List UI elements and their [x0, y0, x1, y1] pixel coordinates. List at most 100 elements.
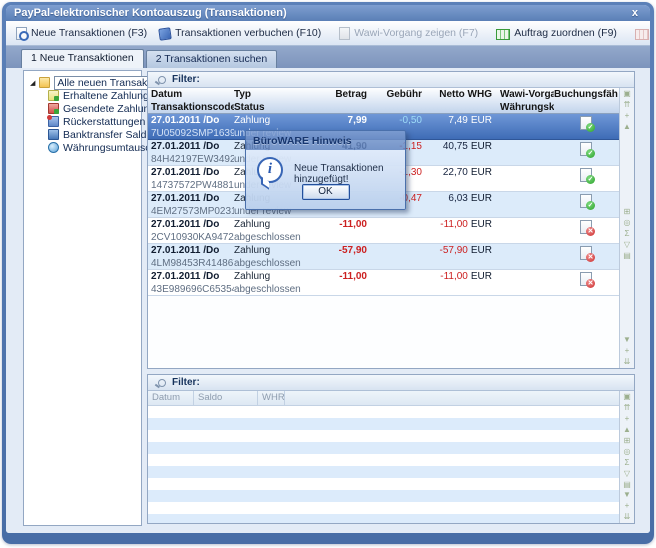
strip-group-bottom: ▼ + ⇊: [623, 336, 631, 366]
grid-view-icon[interactable]: ⊞: [624, 208, 631, 216]
scroll-down-icon[interactable]: ▼: [623, 336, 631, 344]
filter-icon[interactable]: ▽: [624, 470, 630, 478]
row-fee: [367, 244, 422, 269]
tree-expander-icon[interactable]: ◢: [30, 79, 35, 87]
tab-transaktionen-suchen[interactable]: 2 Transaktionen suchen: [146, 50, 278, 68]
row-wawi: [492, 140, 554, 165]
copy-icon[interactable]: ▣: [623, 393, 631, 401]
header-wawi-vorgang: Wawi-Vorgang: [500, 88, 554, 101]
sent-payments-icon: [48, 103, 59, 114]
sum-icon[interactable]: Σ: [625, 230, 630, 238]
row-type: Zahlung: [234, 244, 321, 257]
tree-item-label: Währungsumtausch: [63, 142, 156, 154]
bookable-badge-icon: [586, 227, 595, 236]
row-date: 27.01.2011 /Do: [151, 114, 234, 127]
saldo-filter-bar: Filter:: [148, 375, 634, 391]
scroll-bottom-icon[interactable]: ⇊: [624, 513, 631, 521]
filter-icon[interactable]: ▽: [624, 241, 630, 249]
row-wawi: [492, 166, 554, 191]
header-transaktionscode: Transaktionscode: [151, 101, 234, 113]
show-wawi-process-icon: [339, 27, 350, 40]
header-betrag: Betrag: [321, 88, 367, 113]
add-icon[interactable]: +: [625, 347, 630, 355]
tab-neue-transaktionen[interactable]: 1 Neue Transaktionen: [21, 49, 144, 68]
scroll-top-icon[interactable]: ⇈: [624, 404, 631, 412]
scroll-up-icon[interactable]: ▲: [623, 123, 631, 131]
window-inner: PayPal-elektronischer Kontoauszug (Trans…: [6, 5, 650, 533]
scroll-bottom-icon[interactable]: ⇊: [624, 358, 631, 366]
saldo-side-strip: ▣ ⇈ + ▲ ⊞ ◎ Σ ▽ ▤ ▼ + ⇊: [619, 391, 634, 523]
transactions-grid: Filter: Datum Transaktionscode Typ: [147, 71, 635, 369]
category-tree: ◢ Alle neuen Transaktionen Erhaltene Zah…: [23, 70, 142, 526]
add-row-icon[interactable]: +: [625, 112, 630, 120]
new-transactions-label: Neue Transaktionen (F3): [31, 27, 147, 39]
dialog-title-bar[interactable]: BüroWARE Hinweis: [246, 131, 405, 150]
assign-order-button[interactable]: Auftrag zuordnen (F9): [490, 25, 623, 42]
transaction-row[interactable]: 27.01.2011 /Do 2CV10930KA9472237 Zahlung…: [148, 218, 619, 244]
export-icon[interactable]: ▤: [623, 252, 631, 260]
export-icon[interactable]: ▤: [623, 481, 631, 489]
add-row-icon[interactable]: +: [625, 415, 630, 423]
row-currency: EUR: [471, 193, 492, 204]
search-icon[interactable]: ◎: [624, 219, 631, 227]
row-date: 27.01.2011 /Do: [151, 270, 234, 283]
bookable-badge-icon: [586, 123, 595, 132]
row-amount: -57,90: [321, 244, 367, 269]
row-currency: EUR: [471, 115, 492, 126]
dialog-message: Neue Transaktionen hinzugefügt!: [294, 163, 405, 185]
strip-group-top: ▣ ⇈ + ▲: [623, 393, 631, 434]
assign-order-label: Auftrag zuordnen (F9): [514, 27, 617, 39]
tree-item-alle-neuen-transaktionen[interactable]: ◢ Alle neuen Transaktionen: [24, 76, 141, 89]
tree-item-label: Banktransfer Saldo: [63, 129, 152, 141]
row-date: 27.01.2011 /Do: [151, 218, 234, 231]
transaction-row[interactable]: 27.01.2011 /Do 4LM98453R41486714 Zahlung…: [148, 244, 619, 270]
row-net-amount: 22,70: [443, 167, 468, 178]
scroll-top-icon[interactable]: ⇈: [624, 101, 631, 109]
ok-button[interactable]: OK: [302, 184, 350, 200]
row-date: 27.01.2011 /Do: [151, 166, 234, 179]
tree-item-banktransfer-saldo[interactable]: Banktransfer Saldo: [24, 128, 141, 141]
bank-transfer-icon: [48, 129, 59, 140]
row-net-amount: -57,90: [440, 245, 468, 256]
dialog-body: i Neue Transaktionen hinzugefügt! OK: [246, 150, 405, 209]
header-gebuehr: Gebühr: [367, 88, 422, 113]
sum-icon[interactable]: Σ: [625, 459, 630, 467]
tree-item-erhaltene-zahlungen[interactable]: Erhaltene Zahlungen: [24, 89, 141, 102]
row-transaction-code: 4LM98453R41486714: [151, 257, 234, 269]
transaction-row[interactable]: 27.01.2011 /Do 43E989696C6535442 Zahlung…: [148, 270, 619, 296]
search-icon[interactable]: ◎: [624, 448, 631, 456]
assign-order-icon: [496, 29, 510, 40]
row-net-amount: 7,49: [448, 115, 467, 126]
add-icon[interactable]: +: [625, 502, 630, 510]
bookable-status-icon: [580, 116, 592, 130]
delete-assignment-button: Löschen Zuordnung Auftrag (F4): [629, 25, 650, 42]
strip-group-middle: ⊞ ◎ Σ ▽ ▤: [623, 437, 631, 489]
scroll-down-icon[interactable]: ▼: [623, 491, 631, 499]
row-net-amount: 6,03: [448, 193, 467, 204]
tree-item-rueckerstattungen[interactable]: Rückerstattungen: [24, 115, 141, 128]
tree-item-gesendete-zahlungen[interactable]: Gesendete Zahlungen: [24, 102, 141, 115]
row-currency: EUR: [471, 245, 492, 256]
transactions-header-row: Datum Transaktionscode Typ Status Betrag…: [148, 88, 619, 114]
copy-icon[interactable]: ▣: [623, 90, 631, 98]
row-currency: EUR: [471, 167, 492, 178]
tree-item-waehrungsumtausch[interactable]: Währungsumtausch: [24, 141, 141, 154]
new-transactions-button[interactable]: Neue Transaktionen (F3): [10, 25, 153, 42]
filter-label: Filter:: [172, 377, 200, 388]
row-type: Zahlung: [234, 114, 321, 127]
bookable-status-icon: [580, 194, 592, 208]
saldo-grid: Filter: Datum Saldo WHR ▣⇈+▲⊞◎Σ▽▤▼+⇊: [147, 374, 635, 524]
title-bar: PayPal-elektronischer Kontoauszug (Trans…: [6, 5, 650, 21]
row-date: 27.01.2011 /Do: [151, 140, 234, 153]
toolbar: Neue Transaktionen (F3) Transaktionen ve…: [6, 21, 650, 46]
grid-view-icon[interactable]: ⊞: [624, 437, 631, 445]
bookable-status-icon: [580, 168, 592, 182]
scroll-up-icon[interactable]: ▲: [623, 426, 631, 434]
bookable-status-icon: [580, 246, 592, 260]
close-button[interactable]: x: [628, 7, 642, 19]
new-transactions-icon: [16, 27, 27, 40]
row-currency: EUR: [471, 271, 492, 282]
row-transaction-code: 7U05092SMP163920N: [151, 127, 234, 139]
bookable-status-icon: [580, 272, 592, 286]
post-transactions-button[interactable]: Transaktionen verbuchen (F10): [153, 25, 327, 42]
